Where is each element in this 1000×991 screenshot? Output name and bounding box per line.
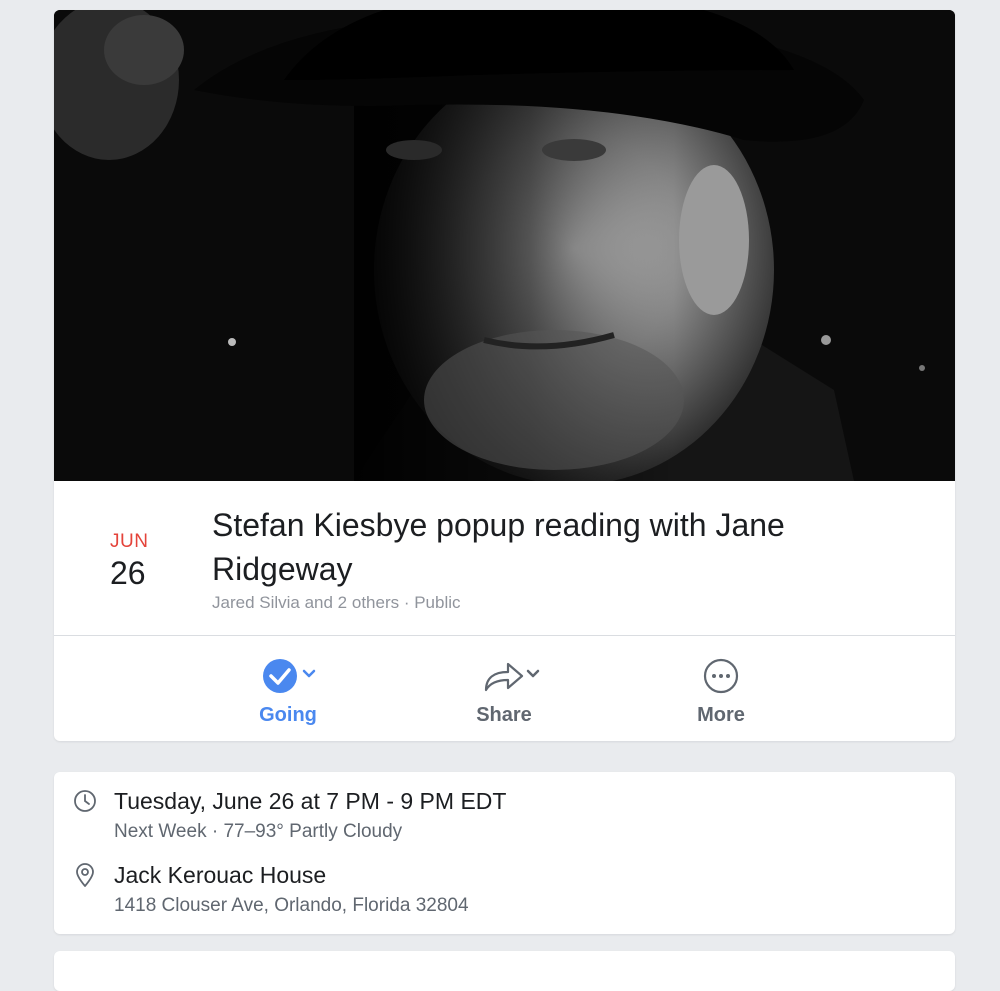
event-address: 1418 Clouser Ave, Orlando, Florida 32804: [114, 895, 469, 916]
going-label: Going: [259, 704, 317, 726]
check-circle-icon: [208, 656, 368, 696]
event-weather: Next Week · 77–93° Partly Cloudy: [114, 821, 403, 842]
event-card: JUN 26 Stefan Kiesbye popup reading with…: [54, 10, 955, 741]
more-button[interactable]: More: [641, 636, 801, 741]
clock-icon: [72, 788, 98, 814]
next-card: [54, 951, 955, 991]
chevron-down-icon: [302, 669, 316, 678]
location-pin-icon: [72, 862, 98, 888]
event-cover-photo[interactable]: [54, 10, 955, 481]
event-time: Tuesday, June 26 at 7 PM - 9 PM EDT: [114, 788, 507, 814]
event-date-day: 26: [110, 555, 146, 591]
event-date-month: JUN: [110, 531, 149, 552]
event-details-card: Tuesday, June 26 at 7 PM - 9 PM EDT Next…: [54, 772, 955, 934]
share-button[interactable]: Share: [424, 636, 584, 741]
event-header: JUN 26 Stefan Kiesbye popup reading with…: [54, 481, 955, 635]
event-meta[interactable]: Jared Silvia and 2 others · Public: [212, 593, 461, 613]
event-title: Stefan Kiesbye popup reading with Jane R…: [212, 507, 785, 587]
share-label: Share: [476, 704, 532, 726]
going-button[interactable]: Going: [208, 636, 368, 741]
cover-photo-image: [54, 10, 955, 481]
event-venue: Jack Kerouac House: [114, 862, 327, 888]
event-actions: Going Share More: [54, 636, 955, 741]
chevron-down-icon: [526, 669, 540, 678]
share-arrow-icon: [424, 656, 584, 696]
more-label: More: [697, 704, 745, 726]
more-dots-icon: [641, 656, 801, 696]
